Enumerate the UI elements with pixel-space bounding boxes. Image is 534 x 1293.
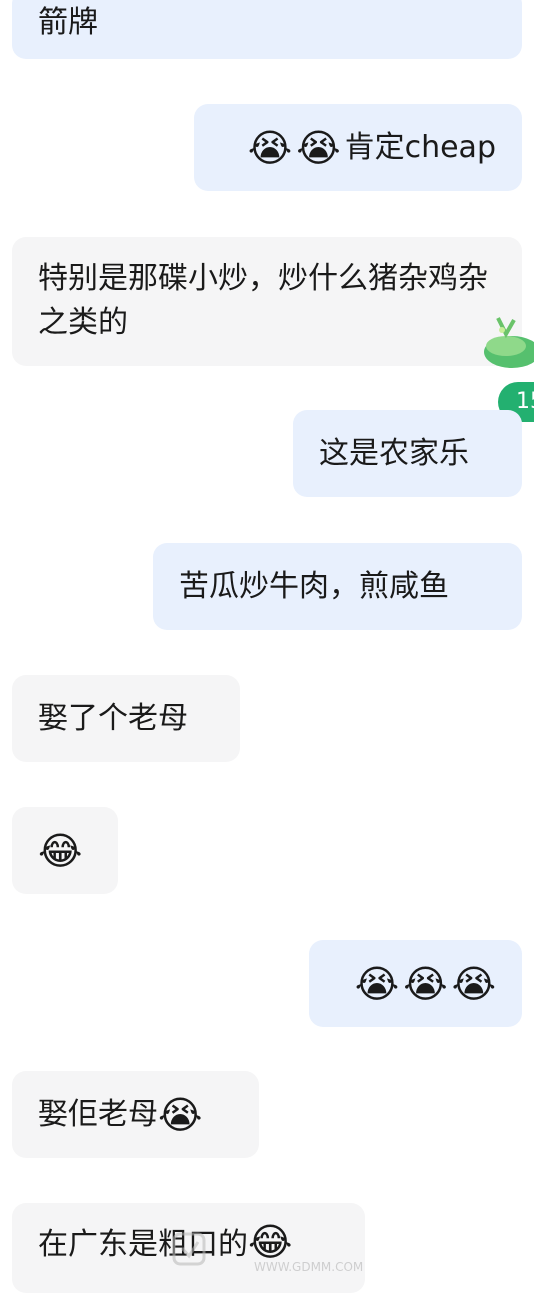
message-text: 肯定cheap (344, 129, 496, 165)
watermark-logo: WWW.GDMM.COM (172, 1232, 363, 1274)
message-bubble[interactable]: 箭牌 (12, 0, 522, 59)
message-text: 箭牌 (38, 5, 98, 40)
message-bubble[interactable]: 特别是那碟小炒，炒什么猪杂鸡杂之类的 (12, 237, 522, 366)
laughing-crying-emoji-icon: 😭 (403, 961, 448, 1006)
leaf-sticker-icon (484, 317, 534, 368)
watermark-text: WWW.GDMM.COM (254, 1260, 363, 1274)
message-bubble[interactable]: 娶佢老母 😭 (12, 1071, 259, 1158)
message-text: 娶了个老母 (38, 700, 188, 736)
message-text: 特别是那碟小炒，炒什么猪杂鸡杂之类的 (38, 261, 488, 340)
laughing-crying-emoji-icon: 😭 (451, 961, 496, 1006)
message-bubble[interactable]: 这是农家乐 (293, 410, 522, 497)
message-text: 这是农家乐 (319, 435, 469, 471)
message-bubble[interactable]: 娶了个老母 (12, 675, 240, 762)
tears-of-joy-emoji-icon: 😂 (38, 828, 83, 873)
message-bubble[interactable]: 😭 😭 😭 (309, 940, 522, 1027)
message-bubble[interactable]: 苦瓜炒牛肉，煎咸鱼 (153, 543, 522, 630)
laughing-crying-emoji-icon: 😭 (296, 125, 341, 170)
message-bubble[interactable]: 😂 (12, 807, 118, 894)
laughing-crying-emoji-icon: 😭 (247, 125, 293, 170)
laughing-crying-emoji-icon: 😭 (158, 1092, 203, 1137)
message-text: 苦瓜炒牛肉，煎咸鱼 (179, 568, 449, 604)
message-bubble[interactable]: 😭 😭 肯定cheap (194, 104, 522, 191)
laughing-crying-emoji-icon: 😭 (354, 961, 400, 1006)
message-text: 娶佢老母 (38, 1096, 158, 1132)
